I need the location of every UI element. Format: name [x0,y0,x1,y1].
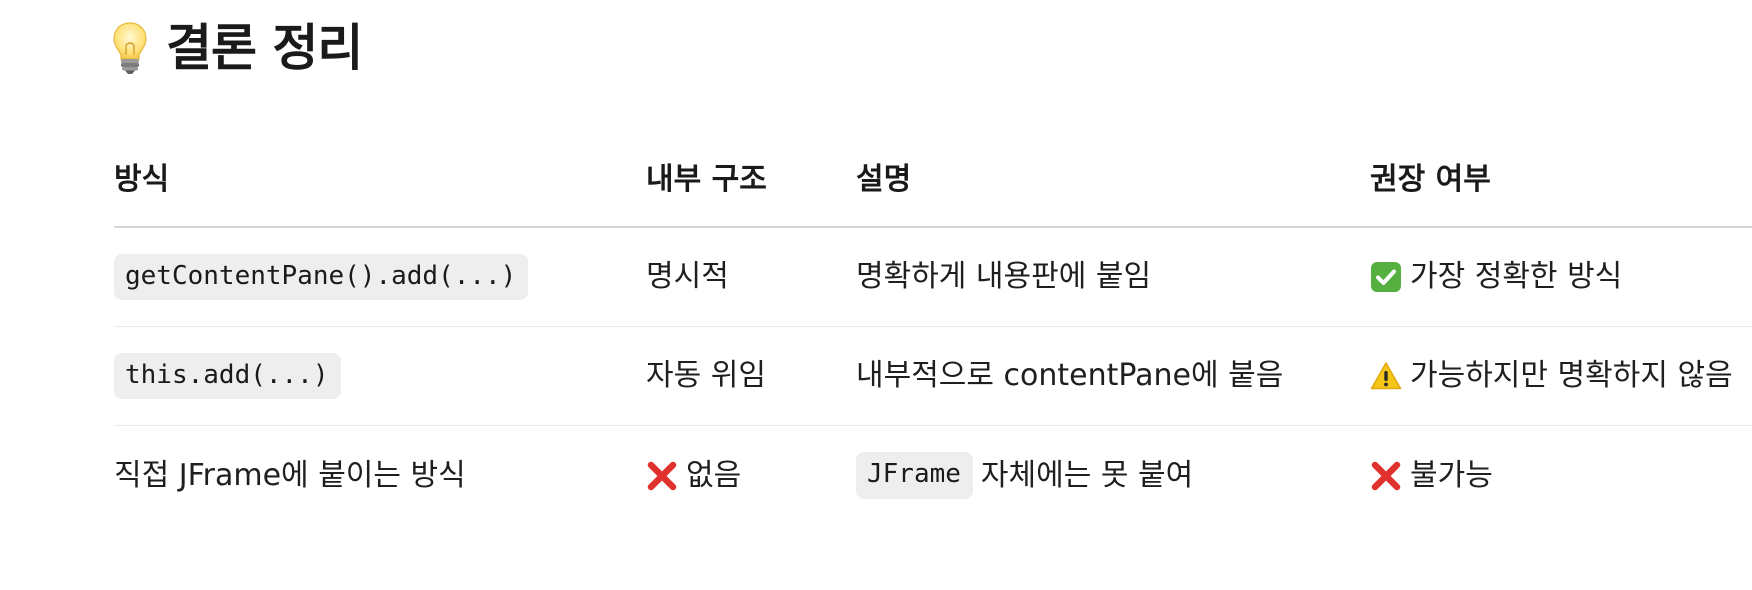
column-header-method: 방식 [114,162,170,197]
lightbulb-icon [112,21,148,75]
description-cell: 내부적으로 contentPane에 붙음 [856,327,1283,425]
description-cell: 명확하게 내용판에 붙임 [856,228,1151,326]
column-header-recommendation: 권장 여부 [1370,162,1491,197]
section-heading: 결론 정리 [112,12,363,84]
cross-mark-icon [646,460,678,492]
method-cell: 직접 JFrame에 붙이는 방식 [114,426,466,525]
column-header-description: 설명 [856,162,912,197]
column-header-structure: 내부 구조 [646,162,767,197]
check-mark-icon [1370,261,1402,293]
page-title: 결론 정리 [166,19,363,77]
structure-cell: 명시적 [646,228,729,326]
method-text: 직접 JFrame에 붙이는 방식 [114,457,466,493]
structure-text: 없음 [686,457,742,493]
recommendation-text: 불가능 [1410,457,1493,493]
table-row: this.add(...) 자동 위임 내부적으로 contentPane에 붙… [114,327,1752,426]
table-header-row: 방식 내부 구조 설명 권장 여부 [114,140,1752,228]
table-row: getContentPane().add(...) 명시적 명확하게 내용판에 … [114,228,1752,327]
inline-code: JFrame [856,452,973,499]
description-text: 내부적으로 contentPane에 붙음 [856,358,1284,393]
inline-code: getContentPane().add(...) [114,253,529,301]
recommendation-cell: 가능하지만 명확하지 않음 [1370,327,1733,425]
recommendation-text: 가능하지만 명확하지 않음 [1410,358,1733,393]
recommendation-cell: 가장 정확한 방식 [1370,228,1622,326]
structure-cell: 없음 [646,426,741,525]
recommendation-cell: 불가능 [1370,426,1493,525]
warning-icon [1370,360,1402,392]
summary-table: 방식 내부 구조 설명 권장 여부 getContentPane().add(.… [114,140,1752,525]
structure-text: 명시적 [646,259,729,294]
structure-text: 자동 위임 [646,358,766,393]
method-cell: getContentPane().add(...) [114,228,529,326]
recommendation-text: 가장 정확한 방식 [1410,259,1623,294]
method-cell: this.add(...) [114,327,341,425]
structure-cell: 자동 위임 [646,327,766,425]
description-text: 자체에는 못 붙여 [980,457,1194,493]
description-text: 명확하게 내용판에 붙임 [856,259,1152,294]
table-row: 직접 JFrame에 붙이는 방식 없음 JFrame 자체에는 못 붙여 불가… [114,426,1752,525]
description-cell: JFrame 자체에는 못 붙여 [856,426,1193,525]
cross-mark-icon [1370,460,1402,492]
inline-code: this.add(...) [114,352,341,400]
